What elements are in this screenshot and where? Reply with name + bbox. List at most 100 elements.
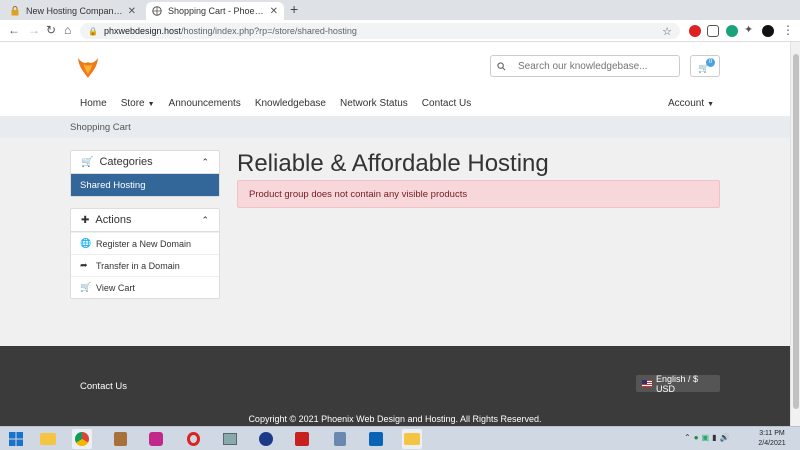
address-bar-row: ← → ↻ ⌂ 🔒 phxwebdesign.host/hosting/inde…	[0, 20, 800, 42]
extension-icon[interactable]	[707, 25, 719, 37]
scrollbar-thumb[interactable]	[793, 54, 799, 409]
lock-favicon-icon	[11, 6, 19, 16]
action-view-cart[interactable]: 🛒 View Cart	[71, 276, 219, 298]
puzzle-extensions-icon[interactable]: ✦	[744, 23, 756, 36]
us-flag-icon	[642, 380, 653, 387]
globe-favicon-icon	[152, 6, 162, 16]
url-field[interactable]: 🔒 phxwebdesign.host/hosting/index.php?rp…	[80, 23, 680, 39]
media-app-taskbar-icon[interactable]	[146, 429, 166, 449]
cart-icon: 🛒	[80, 282, 92, 292]
nav-home[interactable]: Home	[80, 98, 107, 109]
browser-menu-icon[interactable]: ⋮	[782, 23, 794, 37]
language-currency-button[interactable]: English / $ USD	[636, 373, 720, 394]
network-icon[interactable]: ▮	[712, 433, 716, 442]
tray-app-icon[interactable]: ●	[694, 433, 699, 442]
system-tray: ⌃ ● ▣ ▮ 🔊	[684, 433, 729, 442]
category-shared-hosting[interactable]: Shared Hosting	[71, 174, 219, 196]
grammar-extension-icon[interactable]	[726, 25, 738, 37]
language-label: English / $ USD	[656, 373, 699, 394]
bookmark-star-icon[interactable]: ☆	[662, 25, 672, 38]
clock-date: 2/4/2021	[758, 440, 786, 447]
clock-time: 3:11 PM	[759, 430, 785, 437]
search-icon	[497, 61, 506, 70]
opera-extension-icon[interactable]	[689, 25, 701, 37]
phoenix-logo-icon[interactable]	[76, 54, 100, 80]
nav-store-label: Store	[120, 98, 145, 109]
nav-network-status[interactable]: Network Status	[340, 98, 408, 109]
tab-close-icon[interactable]: ✕	[270, 6, 278, 17]
profile-avatar[interactable]	[762, 25, 774, 37]
browser-tab-bar: New Hosting Company $4.95/m ✕ Shopping C…	[0, 0, 800, 20]
plus-icon: ✚	[81, 214, 90, 226]
url-host: phxwebdesign.host	[103, 26, 182, 36]
nav-announcements[interactable]: Announcements	[169, 98, 241, 109]
globe-icon: 🌐	[80, 238, 92, 248]
app-taskbar-icon[interactable]	[256, 429, 276, 449]
actions-panel: ✚ Actions ⌃ 🌐 Register a New Domain ➦ Tr…	[70, 208, 220, 299]
browser-tab-new-hosting[interactable]: New Hosting Company $4.95/m ✕	[4, 2, 142, 20]
tab-label: Shopping Cart - Phoenix Web De	[168, 6, 266, 16]
taskbar-clock[interactable]: 3:11 PM 2/4/2021	[752, 429, 792, 449]
chevron-up-icon[interactable]: ⌃	[201, 157, 209, 168]
no-products-alert: Product group does not contain any visib…	[237, 180, 720, 208]
action-transfer-domain[interactable]: ➦ Transfer in a Domain	[71, 254, 219, 276]
search-input[interactable]	[518, 60, 668, 72]
tray-app-icon[interactable]: ▣	[702, 433, 710, 442]
nav-account[interactable]: Account ▼	[668, 98, 714, 109]
cart-button[interactable]: 🛒 0	[690, 55, 720, 77]
footer-contact-link[interactable]: Contact Us	[80, 381, 127, 392]
nav-contact-us[interactable]: Contact Us	[422, 98, 471, 109]
categories-panel: 🛒 Categories ⌃ Shared Hosting	[70, 150, 220, 197]
site-header: 🛒 0 Home Store▼ Announcements Knowledgeb…	[0, 42, 800, 116]
forward-arrow-icon[interactable]: →	[28, 23, 40, 37]
copyright-text: Copyright © 2021 Phoenix Web Design and …	[248, 414, 542, 424]
page-scrollbar[interactable]	[790, 42, 800, 426]
main-content: 🛒 Categories ⌃ Shared Hosting ✚ Actions …	[0, 138, 800, 346]
cart-icon: 🛒	[81, 156, 94, 168]
tab-label: New Hosting Company $4.95/m	[26, 6, 124, 16]
padlock-icon: 🔒	[88, 26, 98, 36]
reload-icon[interactable]: ↻	[46, 23, 56, 37]
knowledgebase-search[interactable]	[490, 55, 680, 77]
tray-expand-icon[interactable]: ⌃	[684, 433, 691, 442]
breadcrumb: Shopping Cart	[70, 122, 131, 133]
app-taskbar-icon[interactable]	[110, 429, 130, 449]
main-navigation: Home Store ▼ Announcements Knowledgebase …	[80, 98, 471, 109]
breadcrumb-bar: Shopping Cart	[0, 116, 800, 138]
actions-panel-header[interactable]: ✚ Actions ⌃	[71, 209, 219, 232]
chevron-up-icon[interactable]: ⌃	[201, 215, 209, 226]
page-title: Reliable & Affordable Hosting	[237, 150, 549, 177]
categories-panel-header[interactable]: 🛒 Categories ⌃	[71, 151, 219, 174]
outlook-taskbar-icon[interactable]	[366, 429, 386, 449]
caret-down-icon: ▼	[707, 101, 715, 108]
folder-taskbar-icon[interactable]	[402, 429, 422, 449]
cart-count-badge: 0	[706, 58, 715, 67]
back-arrow-icon[interactable]: ←	[8, 23, 20, 37]
action-label: Register a New Domain	[96, 238, 192, 249]
nav-store[interactable]: Store ▼	[121, 98, 155, 109]
categories-title: Categories	[99, 156, 153, 168]
remote-app-taskbar-icon[interactable]	[220, 429, 240, 449]
tab-close-icon[interactable]: ✕	[128, 6, 136, 17]
home-icon[interactable]: ⌂	[64, 23, 71, 37]
url-path: /hosting/index.php?rp=/store/shared-host…	[181, 26, 357, 36]
caret-down-icon: ▼	[147, 101, 155, 108]
app-taskbar-icon[interactable]	[330, 429, 350, 449]
nav-account-label: Account	[668, 98, 705, 109]
new-tab-button[interactable]: +	[290, 1, 298, 17]
opera-taskbar-icon[interactable]	[183, 429, 203, 449]
site-footer: Contact Us English / $ USD Copyright © 2…	[0, 346, 800, 426]
share-arrow-icon: ➦	[80, 260, 88, 270]
file-explorer-icon[interactable]	[38, 429, 58, 449]
windows-start-icon[interactable]	[6, 429, 26, 449]
action-label: Transfer in a Domain	[96, 260, 180, 271]
volume-icon[interactable]: 🔊	[720, 433, 730, 442]
windows-taskbar: ⌃ ● ▣ ▮ 🔊 3:11 PM 2/4/2021	[0, 426, 800, 450]
actions-title: Actions	[95, 214, 132, 226]
action-register-domain[interactable]: 🌐 Register a New Domain	[71, 232, 219, 254]
browser-tab-shopping-cart[interactable]: Shopping Cart - Phoenix Web De ✕	[146, 2, 284, 20]
action-label: View Cart	[96, 282, 135, 293]
filezilla-taskbar-icon[interactable]	[292, 429, 312, 449]
chrome-taskbar-icon[interactable]	[72, 429, 92, 449]
nav-knowledgebase[interactable]: Knowledgebase	[255, 98, 326, 109]
